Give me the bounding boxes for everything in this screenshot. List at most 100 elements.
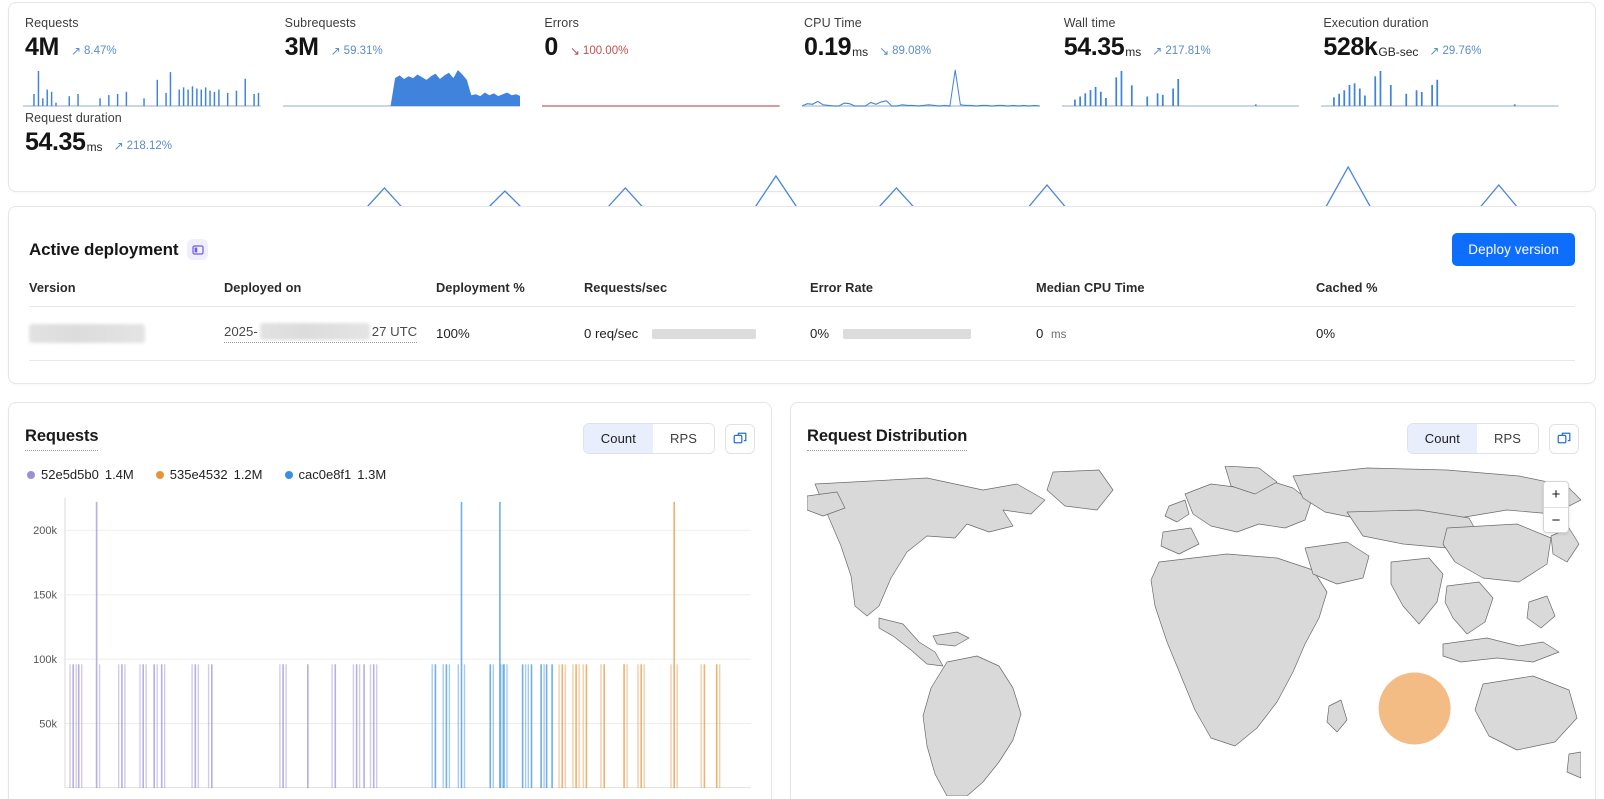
dashboard-page: Requests 4M ↗ 8.47% Subrequests 3M ↗ 59.31% Erro…: [0, 0, 1604, 799]
trend-up-icon: ↗: [1429, 45, 1439, 57]
requests-chart-legend: 52e5d5b0 1.4M 535e4532 1.2M cac0e8f1 1.3M: [27, 467, 755, 482]
distribution-panel-tools: Count RPS: [1407, 423, 1579, 454]
requests-bar-chart[interactable]: 50k 100k 150k 200k: [21, 488, 753, 788]
metric-label: CPU Time: [804, 15, 1040, 31]
distribution-count-rps-toggle[interactable]: Count RPS: [1407, 423, 1539, 454]
metric-sparkline: [23, 68, 261, 108]
metric-errors: Errors 0 ↘ 100.00%: [542, 13, 802, 108]
metric-delta-value: 59.31%: [344, 45, 383, 57]
metric-sparkline: [1321, 68, 1559, 108]
metric-label: Requests: [25, 15, 261, 31]
legend-item[interactable]: 52e5d5b0 1.4M: [27, 467, 134, 482]
deployment-table-body: 2025- 27 UTC 100% 0 req/sec 0% 0 ms 0%: [29, 307, 1575, 361]
deployment-table-head: Version Deployed on Deployment % Request…: [29, 280, 1575, 307]
cell-median-cpu: 0 ms: [1036, 307, 1316, 361]
metric-value-row: 54.35 ms ↗ 218.12%: [25, 127, 1559, 157]
requests-count-rps-toggle[interactable]: Count RPS: [583, 423, 715, 454]
deploy-version-button[interactable]: Deploy version: [1452, 233, 1575, 266]
world-map-svg: [807, 466, 1581, 796]
legend-color-dot: [285, 471, 293, 479]
metric-sparkline: [802, 68, 1040, 108]
metric-sparkline: [1062, 68, 1300, 108]
redacted-version-value: [29, 324, 145, 343]
col-header-deploy-pct: Deployment %: [436, 280, 584, 307]
svg-text:50k: 50k: [39, 719, 57, 731]
deployment-title-wrap: Active deployment: [29, 239, 208, 260]
requests-sec-bar: [652, 329, 756, 339]
metric-value-row: 528k GB-sec ↗ 29.76%: [1323, 32, 1559, 62]
col-header-median-cpu: Median CPU Time: [1036, 280, 1316, 307]
tab-requests-count[interactable]: Count: [584, 424, 653, 453]
svg-text:100k: 100k: [33, 654, 57, 666]
page-title: Active deployment: [29, 240, 178, 260]
map-zoom-controls[interactable]: + −: [1543, 481, 1569, 533]
median-cpu-value: 0: [1036, 326, 1043, 341]
legend-item[interactable]: 535e4532 1.2M: [156, 467, 263, 482]
metric-value-row: 54.35 ms ↗ 217.81%: [1064, 32, 1300, 62]
metric-value: 3M: [285, 32, 319, 62]
legend-value: 1.4M: [105, 467, 134, 482]
svg-text:200k: 200k: [33, 525, 57, 537]
metric-value: 0.19: [804, 32, 851, 62]
deployed-on-suffix: 27 UTC: [372, 324, 417, 339]
metric-value-row: 0.19 ms ↘ 89.08%: [804, 32, 1040, 62]
legend-color-dot: [156, 471, 164, 479]
metric-unit: ms: [852, 45, 868, 59]
legend-value: 1.2M: [234, 467, 263, 482]
tab-requests-rps[interactable]: RPS: [653, 424, 714, 453]
legend-value: 1.3M: [357, 467, 386, 482]
cell-deployment-pct: 100%: [436, 307, 584, 361]
metric-value: 54.35: [1064, 32, 1125, 62]
table-row[interactable]: 2025- 27 UTC 100% 0 req/sec 0% 0 ms 0%: [29, 307, 1575, 361]
world-map[interactable]: + −: [807, 466, 1581, 796]
metric-delta: ↗ 8.47%: [71, 45, 117, 57]
metric-label: Subrequests: [285, 15, 521, 31]
metric-delta: ↘ 100.00%: [570, 45, 628, 57]
metric-unit: ms: [87, 140, 103, 154]
metric-wall-time: Wall time 54.35 ms ↗ 217.81%: [1062, 13, 1322, 108]
metric-label: Wall time: [1064, 15, 1300, 31]
legend-name: 52e5d5b0: [41, 467, 99, 482]
deployed-on-value: 2025- 27 UTC: [224, 323, 417, 343]
metric-delta-value: 217.81%: [1165, 45, 1210, 57]
distribution-panel-title: Request Distribution: [807, 427, 967, 451]
metric-row-primary: Requests 4M ↗ 8.47% Subrequests 3M ↗ 59.31% Erro…: [23, 13, 1581, 108]
legend-name: cac0e8f1: [299, 467, 352, 482]
cell-cached-pct: 0%: [1316, 307, 1575, 361]
metric-delta: ↗ 217.81%: [1152, 45, 1210, 57]
expand-panel-icon[interactable]: [1549, 424, 1579, 454]
deployment-table: Version Deployed on Deployment % Request…: [29, 280, 1575, 361]
requests-panel-tools: Count RPS: [583, 423, 755, 454]
active-deployment-card: Active deployment Deploy version Version…: [8, 206, 1596, 384]
trend-up-icon: ↗: [71, 45, 81, 57]
legend-color-dot: [27, 471, 35, 479]
tab-distribution-rps[interactable]: RPS: [1477, 424, 1538, 453]
metric-sparkline: [542, 68, 780, 108]
metric-delta-value: 100.00%: [583, 45, 628, 57]
metric-delta-value: 29.76%: [1442, 45, 1481, 57]
metric-subrequests: Subrequests 3M ↗ 59.31%: [283, 13, 543, 108]
col-header-error-rate: Error Rate: [810, 280, 1036, 307]
metric-delta: ↗ 218.12%: [114, 140, 172, 152]
metric-delta-value: 218.12%: [127, 140, 172, 152]
expand-panel-icon[interactable]: [725, 424, 755, 454]
trend-up-icon: ↗: [1152, 45, 1162, 57]
metric-delta: ↗ 29.76%: [1429, 45, 1481, 57]
metric-delta-value: 89.08%: [892, 45, 931, 57]
metric-label: Request duration: [25, 110, 1559, 126]
legend-item[interactable]: cac0e8f1 1.3M: [285, 467, 387, 482]
metric-execution-duration: Execution duration 528k GB-sec ↗ 29.76%: [1321, 13, 1581, 108]
legend-name: 535e4532: [170, 467, 228, 482]
tab-distribution-count[interactable]: Count: [1408, 424, 1477, 453]
error-rate-value: 0%: [810, 326, 829, 341]
map-zoom-out-button[interactable]: −: [1544, 507, 1568, 532]
metric-label: Errors: [544, 15, 780, 31]
svg-text:150k: 150k: [33, 590, 57, 602]
cell-error-rate: 0%: [810, 307, 1036, 361]
map-zoom-in-button[interactable]: +: [1544, 482, 1568, 507]
metric-requests: Requests 4M ↗ 8.47%: [23, 13, 283, 108]
redacted-date-part: [260, 323, 370, 340]
trend-up-icon: ↗: [114, 140, 124, 152]
deployment-header: Active deployment Deploy version: [29, 207, 1575, 266]
cell-deployed-on[interactable]: 2025- 27 UTC: [224, 307, 436, 361]
